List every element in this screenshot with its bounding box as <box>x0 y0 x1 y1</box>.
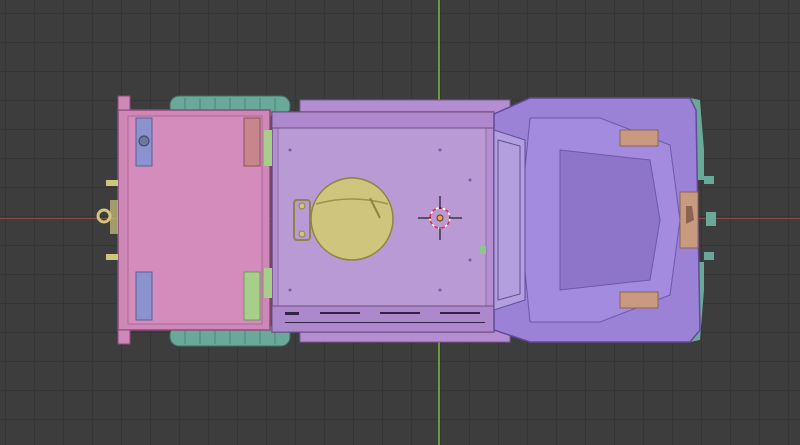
object-origin-icon <box>436 214 444 222</box>
hood[interactable] <box>493 97 701 343</box>
vehicle-model[interactable] <box>0 0 800 445</box>
3d-viewport[interactable] <box>0 0 800 445</box>
tow-hitch <box>96 180 118 260</box>
